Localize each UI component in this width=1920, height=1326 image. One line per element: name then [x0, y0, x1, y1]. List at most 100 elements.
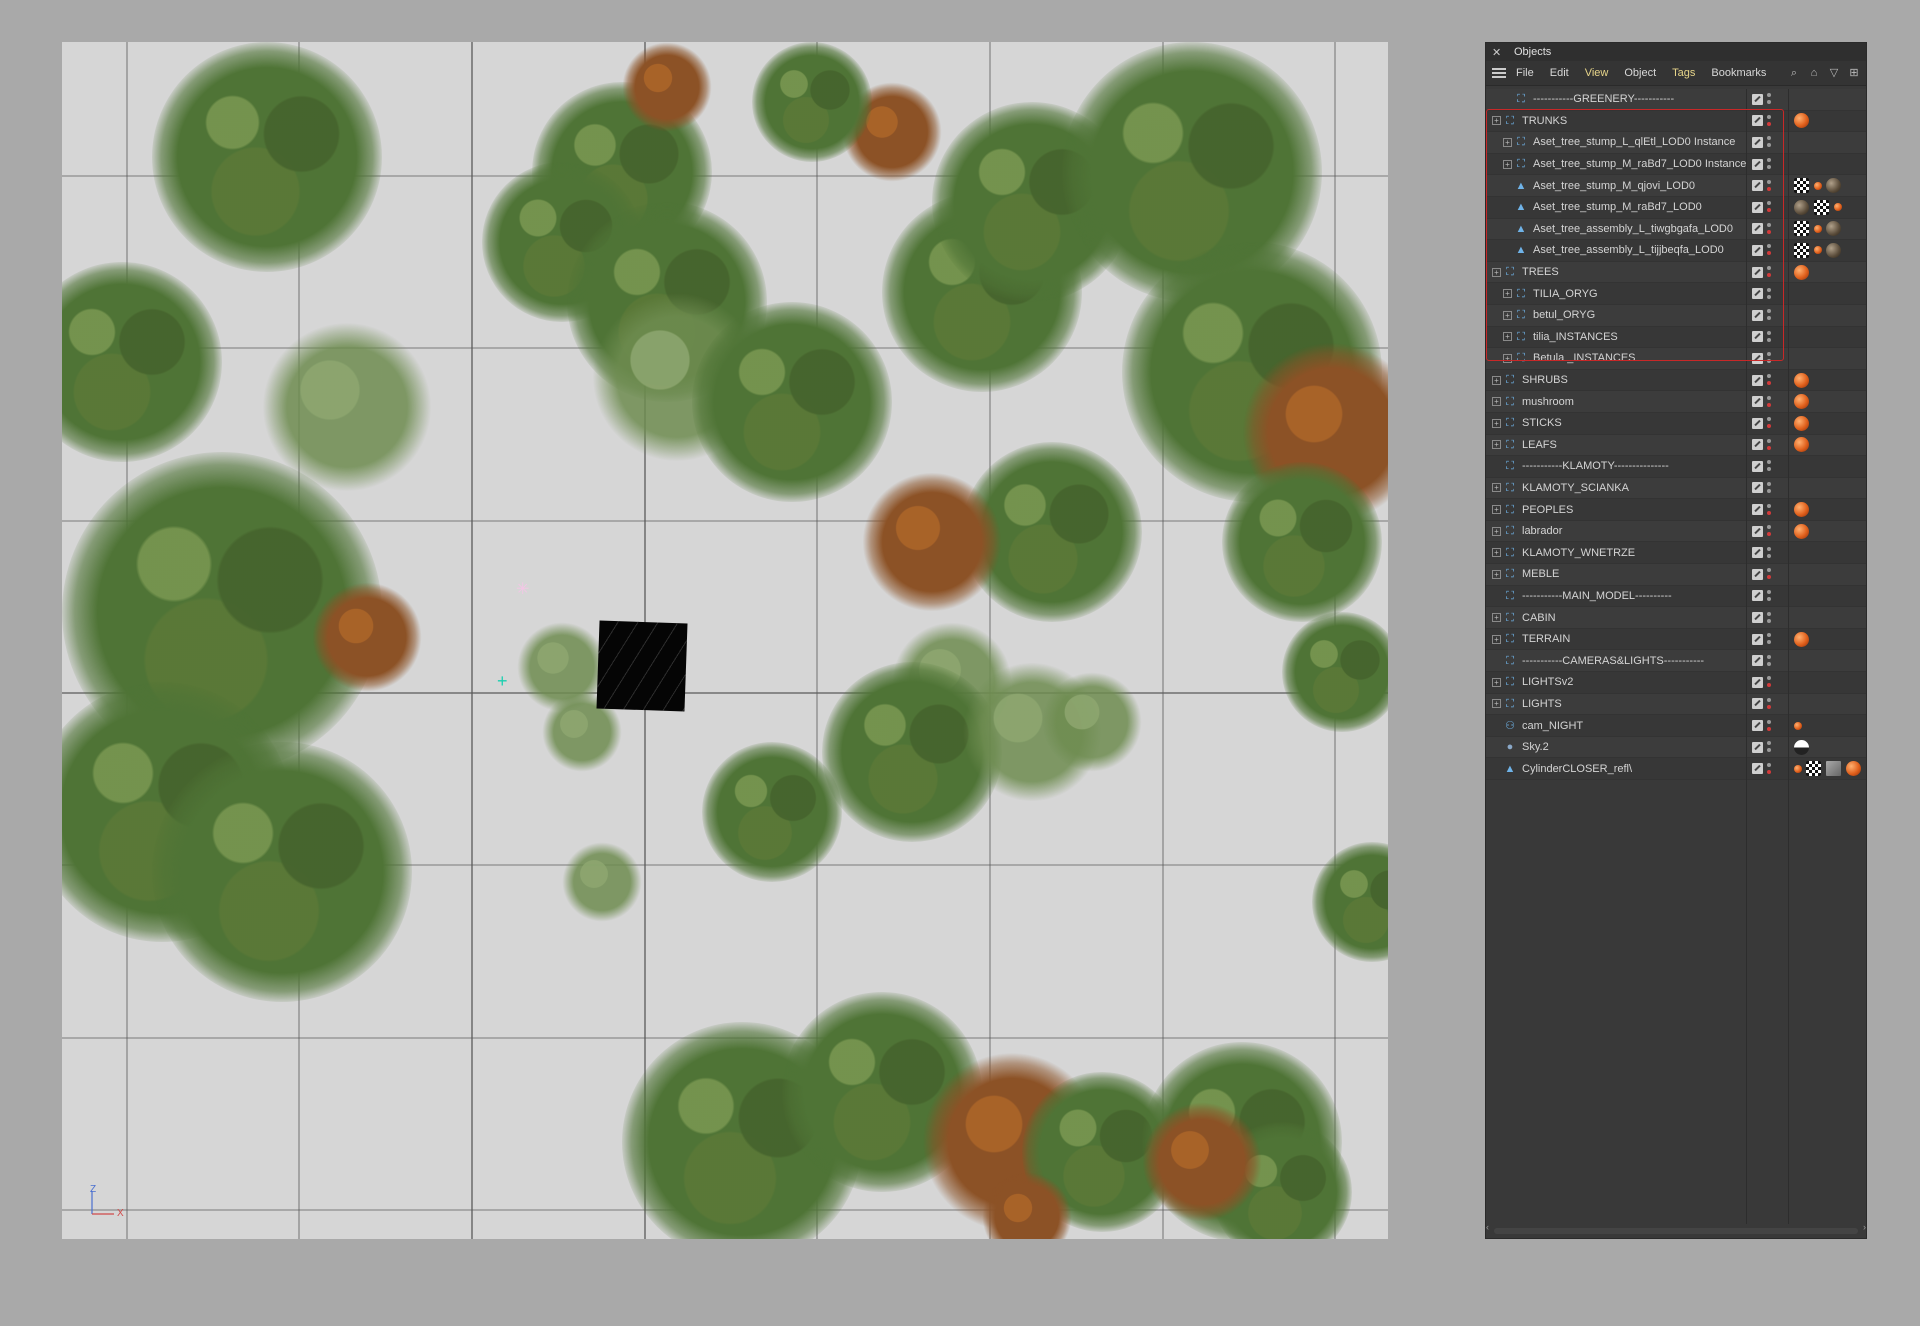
layer-checkbox[interactable]	[1752, 93, 1763, 105]
object-row[interactable]: + ⛶ Betula _INSTANCES	[1486, 348, 1866, 370]
object-row[interactable]: + ⛶ LEAFS	[1486, 434, 1866, 457]
visibility-dots[interactable]	[1767, 697, 1771, 711]
object-row[interactable]: + ⛶ labrador	[1486, 520, 1866, 543]
layer-checkbox[interactable]	[1752, 180, 1763, 192]
object-name[interactable]: PEOPLES	[1522, 504, 1573, 516]
object-name[interactable]: SHRUBS	[1522, 374, 1568, 386]
object-row[interactable]: + ⛶ LIGHTSv2	[1486, 672, 1866, 694]
expand-icon[interactable]: +	[1492, 569, 1501, 579]
visibility-dots[interactable]	[1767, 416, 1771, 430]
layer-checkbox[interactable]	[1752, 136, 1763, 148]
visibility-dots[interactable]	[1767, 243, 1771, 257]
visibility-dots[interactable]	[1767, 503, 1771, 517]
layer-checkbox[interactable]	[1752, 309, 1763, 321]
horizontal-scrollbar[interactable]: ‹ ›	[1486, 1222, 1866, 1234]
object-name[interactable]: TERRAIN	[1522, 633, 1570, 645]
orange-tag-icon[interactable]	[1794, 372, 1809, 388]
expand-icon[interactable]: +	[1492, 613, 1501, 623]
expand-icon[interactable]: +	[1492, 634, 1501, 644]
layer-checkbox[interactable]	[1752, 568, 1763, 580]
visibility-dots[interactable]	[1767, 654, 1771, 668]
object-row[interactable]: ⚇ cam_NIGHT	[1486, 715, 1866, 737]
orange-tag-icon[interactable]	[1794, 437, 1809, 453]
object-row[interactable]: ⛶ -----------CAMERAS&LIGHTS-----------	[1486, 650, 1866, 673]
object-row[interactable]: + ⛶ Aset_tree_stump_M_raBd7_LOD0 Instance	[1486, 153, 1866, 176]
tiny-orange-tag-icon[interactable]	[1814, 181, 1822, 190]
object-name[interactable]: LIGHTSv2	[1522, 676, 1573, 688]
visibility-dots[interactable]	[1767, 740, 1771, 754]
orange-tag-icon[interactable]	[1794, 394, 1809, 410]
layer-checkbox[interactable]	[1752, 547, 1763, 559]
orange-tag-icon[interactable]	[1794, 502, 1809, 518]
layer-checkbox[interactable]	[1752, 396, 1763, 408]
layer-checkbox[interactable]	[1752, 741, 1763, 753]
object-row[interactable]: + ⛶ LIGHTS	[1486, 693, 1866, 716]
expand-icon[interactable]: +	[1503, 353, 1512, 363]
object-name[interactable]: labrador	[1522, 525, 1562, 537]
object-row[interactable]: ⛶ -----------KLAMOTY---------------	[1486, 456, 1866, 478]
visibility-dots[interactable]	[1767, 265, 1771, 279]
expand-icon[interactable]: +	[1503, 332, 1512, 342]
visibility-dots[interactable]	[1767, 114, 1771, 128]
visibility-dots[interactable]	[1767, 373, 1771, 387]
tiny-orange-tag-icon[interactable]	[1794, 764, 1802, 773]
object-row[interactable]: + ⛶ mushroom	[1486, 391, 1866, 413]
orange-tag-icon[interactable]	[1794, 415, 1809, 431]
object-row[interactable]: + ⛶ betul_ORYG	[1486, 304, 1866, 327]
layer-checkbox[interactable]	[1752, 763, 1763, 775]
object-name[interactable]: Betula _INSTANCES	[1533, 352, 1636, 364]
visibility-dots[interactable]	[1767, 157, 1771, 171]
object-row[interactable]: + ⛶ Aset_tree_stump_L_qlEtl_LOD0 Instance	[1486, 132, 1866, 154]
visibility-dots[interactable]	[1767, 179, 1771, 193]
object-name[interactable]: Aset_tree_assembly_L_tijjbeqfa_LOD0	[1533, 244, 1724, 256]
orange-tag-icon[interactable]	[1794, 113, 1809, 129]
visibility-dots[interactable]	[1767, 135, 1771, 149]
layer-checkbox[interactable]	[1752, 352, 1763, 364]
layer-checkbox[interactable]	[1752, 504, 1763, 516]
object-row[interactable]: + ⛶ KLAMOTY_WNETRZE	[1486, 542, 1866, 565]
object-row[interactable]: + ⛶ MEBLE	[1486, 564, 1866, 586]
home-icon[interactable]: ⌂	[1808, 67, 1820, 79]
sphere-tag-icon[interactable]	[1794, 199, 1809, 215]
visibility-dots[interactable]	[1767, 546, 1771, 560]
object-row[interactable]: ▲ Aset_tree_stump_M_raBd7_LOD0	[1486, 196, 1866, 219]
visibility-dots[interactable]	[1767, 330, 1771, 344]
layer-checkbox[interactable]	[1752, 223, 1763, 235]
filter-icon[interactable]: ▽	[1828, 67, 1840, 79]
checker-tag-icon[interactable]	[1794, 242, 1809, 258]
layer-checkbox[interactable]	[1752, 460, 1763, 472]
object-name[interactable]: mushroom	[1522, 396, 1574, 408]
object-name[interactable]: LIGHTS	[1522, 698, 1562, 710]
visibility-dots[interactable]	[1767, 762, 1771, 776]
layer-checkbox[interactable]	[1752, 525, 1763, 537]
visibility-dots[interactable]	[1767, 438, 1771, 452]
object-name[interactable]: LEAFS	[1522, 439, 1557, 451]
orange-tag-icon[interactable]	[1794, 631, 1809, 647]
orange-tag-icon[interactable]	[1794, 523, 1809, 539]
expand-icon[interactable]: +	[1492, 418, 1501, 428]
object-name[interactable]: betul_ORYG	[1533, 309, 1595, 321]
visibility-dots[interactable]	[1767, 611, 1771, 625]
visibility-dots[interactable]	[1767, 308, 1771, 322]
layer-checkbox[interactable]	[1752, 590, 1763, 602]
visibility-dots[interactable]	[1767, 459, 1771, 473]
column-divider[interactable]	[1788, 89, 1789, 1224]
object-name[interactable]: cam_NIGHT	[1522, 720, 1583, 732]
object-row[interactable]: ▲ Aset_tree_assembly_L_tijjbeqfa_LOD0	[1486, 240, 1866, 262]
close-icon[interactable]: ✕	[1492, 46, 1506, 59]
layer-checkbox[interactable]	[1752, 266, 1763, 278]
tiny-orange-tag-icon[interactable]	[1834, 203, 1842, 212]
layer-checkbox[interactable]	[1752, 655, 1763, 667]
object-name[interactable]: tilia_INSTANCES	[1533, 331, 1618, 343]
visibility-dots[interactable]	[1767, 524, 1771, 538]
object-name[interactable]: KLAMOTY_SCIANKA	[1522, 482, 1629, 494]
object-name[interactable]: STICKS	[1522, 417, 1562, 429]
object-row[interactable]: + ⛶ TERRAIN	[1486, 628, 1866, 651]
object-row[interactable]: ⛶ -----------MAIN_MODEL----------	[1486, 585, 1866, 608]
orange-tag-icon[interactable]	[1794, 264, 1809, 280]
scroll-right-icon[interactable]: ›	[1863, 1222, 1866, 1232]
layer-checkbox[interactable]	[1752, 244, 1763, 256]
sphere-tag-icon[interactable]	[1826, 221, 1841, 237]
layer-checkbox[interactable]	[1752, 201, 1763, 213]
tiny-orange-tag-icon[interactable]	[1814, 246, 1822, 255]
